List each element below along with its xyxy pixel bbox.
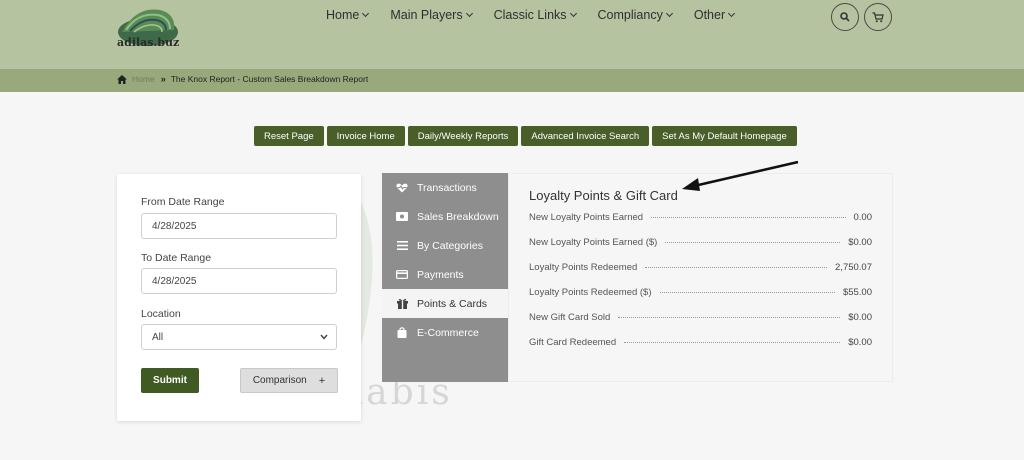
chevron-down-icon xyxy=(665,9,673,18)
cart-icon xyxy=(872,11,884,22)
heart-pulse-icon xyxy=(396,182,408,194)
to-date-input[interactable]: 4/28/2025 xyxy=(141,268,337,294)
loyalty-report-panel: Loyalty Points & Gift Card New Loyalty P… xyxy=(508,173,893,382)
tab-e-commerce[interactable]: E-Commerce xyxy=(382,318,508,347)
dot-leader xyxy=(624,342,841,343)
tab-label: Sales Breakdown xyxy=(417,210,499,223)
site-header: adilas.buz Home Main Players Classic Lin… xyxy=(0,0,1024,69)
breadcrumb-bar: Home » The Knox Report - Custom Sales Br… xyxy=(0,69,1024,92)
invoice-home-button[interactable]: Invoice Home xyxy=(326,126,405,146)
dot-leader xyxy=(659,292,835,293)
from-date-value: 4/28/2025 xyxy=(152,220,197,232)
main-nav: Home Main Players Classic Links Complian… xyxy=(326,8,756,22)
row-label: Loyalty Points Redeemed ($) xyxy=(529,287,652,298)
search-button[interactable] xyxy=(831,3,859,31)
to-date-label: To Date Range xyxy=(141,252,212,264)
list-icon xyxy=(396,240,408,252)
report-row: Gift Card Redeemed $0.00 xyxy=(529,337,872,348)
breadcrumb-home[interactable]: Home xyxy=(132,74,155,84)
report-row: Loyalty Points Redeemed ($) $55.00 xyxy=(529,287,872,298)
row-value: 2,750.07 xyxy=(835,262,872,273)
tab-label: Payments xyxy=(417,268,464,281)
brand-name: adilas.buz xyxy=(117,36,180,49)
annotation-arrow-icon xyxy=(682,160,799,191)
dot-leader xyxy=(651,217,846,218)
chevron-down-icon xyxy=(569,9,577,18)
money-icon xyxy=(396,211,408,223)
location-value: All xyxy=(152,331,164,343)
tab-label: E-Commerce xyxy=(417,326,479,339)
action-bar: Reset Page Invoice Home Daily/Weekly Rep… xyxy=(254,126,800,146)
tab-by-categories[interactable]: By Categories xyxy=(382,231,508,260)
report-row: Loyalty Points Redeemed 2,750.07 xyxy=(529,262,872,273)
row-value: 0.00 xyxy=(853,212,873,223)
breadcrumb-current: The Knox Report - Custom Sales Breakdown… xyxy=(170,74,369,84)
tab-label: Points & Cards xyxy=(417,297,488,310)
nav-home[interactable]: Home xyxy=(326,8,370,22)
submit-button[interactable]: Submit xyxy=(141,368,199,393)
row-label: New Gift Card Sold xyxy=(529,312,611,323)
location-select[interactable]: All xyxy=(141,324,337,350)
report-row: New Loyalty Points Earned 0.00 xyxy=(529,212,872,223)
tab-transactions[interactable]: Transactions xyxy=(382,173,508,202)
report-tabs: Transactions Sales Breakdown By Categori… xyxy=(382,173,508,382)
dot-leader xyxy=(618,317,841,318)
credit-card-icon xyxy=(396,269,408,281)
filter-form: From Date Range 4/28/2025 To Date Range … xyxy=(117,174,361,421)
tab-sales-breakdown[interactable]: Sales Breakdown xyxy=(382,202,508,231)
comparison-label: Comparison xyxy=(252,375,307,386)
dot-leader xyxy=(665,242,841,243)
shopping-bag-icon xyxy=(396,327,408,339)
location-label: Location xyxy=(141,308,181,320)
daily-weekly-reports-button[interactable]: Daily/Weekly Reports xyxy=(407,126,519,146)
plus-icon: + xyxy=(318,374,326,387)
nav-compliancy[interactable]: Compliancy xyxy=(597,8,673,22)
row-value: $0.00 xyxy=(848,337,872,348)
row-value: $0.00 xyxy=(848,237,872,248)
set-default-homepage-button[interactable]: Set As My Default Homepage xyxy=(652,126,797,146)
search-icon xyxy=(840,12,850,22)
dot-leader xyxy=(645,267,828,268)
to-date-value: 4/28/2025 xyxy=(152,275,197,287)
nav-main-players[interactable]: Main Players xyxy=(390,8,473,22)
breadcrumb: Home » The Knox Report - Custom Sales Br… xyxy=(117,74,368,84)
chevron-down-icon xyxy=(728,9,736,18)
chevron-down-icon xyxy=(465,9,473,18)
chevron-down-icon xyxy=(320,334,328,340)
from-date-label: From Date Range xyxy=(141,196,225,208)
tab-label: Transactions xyxy=(417,181,477,194)
nav-label: Home xyxy=(326,8,360,22)
report-row: New Loyalty Points Earned ($) $0.00 xyxy=(529,237,872,248)
tab-label: By Categories xyxy=(417,239,483,252)
cart-button[interactable] xyxy=(864,3,892,31)
row-value: $55.00 xyxy=(842,287,872,298)
nav-label: Other xyxy=(693,8,726,22)
row-label: New Loyalty Points Earned xyxy=(529,212,644,223)
advanced-invoice-search-button[interactable]: Advanced Invoice Search xyxy=(521,126,650,146)
row-label: Loyalty Points Redeemed xyxy=(529,262,638,273)
nav-label: Classic Links xyxy=(493,8,567,22)
panel-title: Loyalty Points & Gift Card xyxy=(529,188,678,203)
gift-icon xyxy=(396,298,408,310)
reset-page-button[interactable]: Reset Page xyxy=(254,126,324,146)
nav-label: Main Players xyxy=(390,8,463,22)
comparison-button[interactable]: Comparison + xyxy=(240,368,338,393)
tab-payments[interactable]: Payments xyxy=(382,260,508,289)
nav-other[interactable]: Other xyxy=(693,8,736,22)
nav-classic-links[interactable]: Classic Links xyxy=(493,8,577,22)
tab-points-cards[interactable]: Points & Cards xyxy=(382,289,508,318)
report-row: New Gift Card Sold $0.00 xyxy=(529,312,872,323)
row-label: New Loyalty Points Earned ($) xyxy=(529,237,658,248)
row-label: Gift Card Redeemed xyxy=(529,337,617,348)
double-chevron-right-icon: » xyxy=(160,74,166,84)
from-date-input[interactable]: 4/28/2025 xyxy=(141,213,337,239)
row-value: $0.00 xyxy=(848,312,872,323)
chevron-down-icon xyxy=(362,9,370,18)
home-icon[interactable] xyxy=(117,74,127,84)
nav-label: Compliancy xyxy=(597,8,663,22)
